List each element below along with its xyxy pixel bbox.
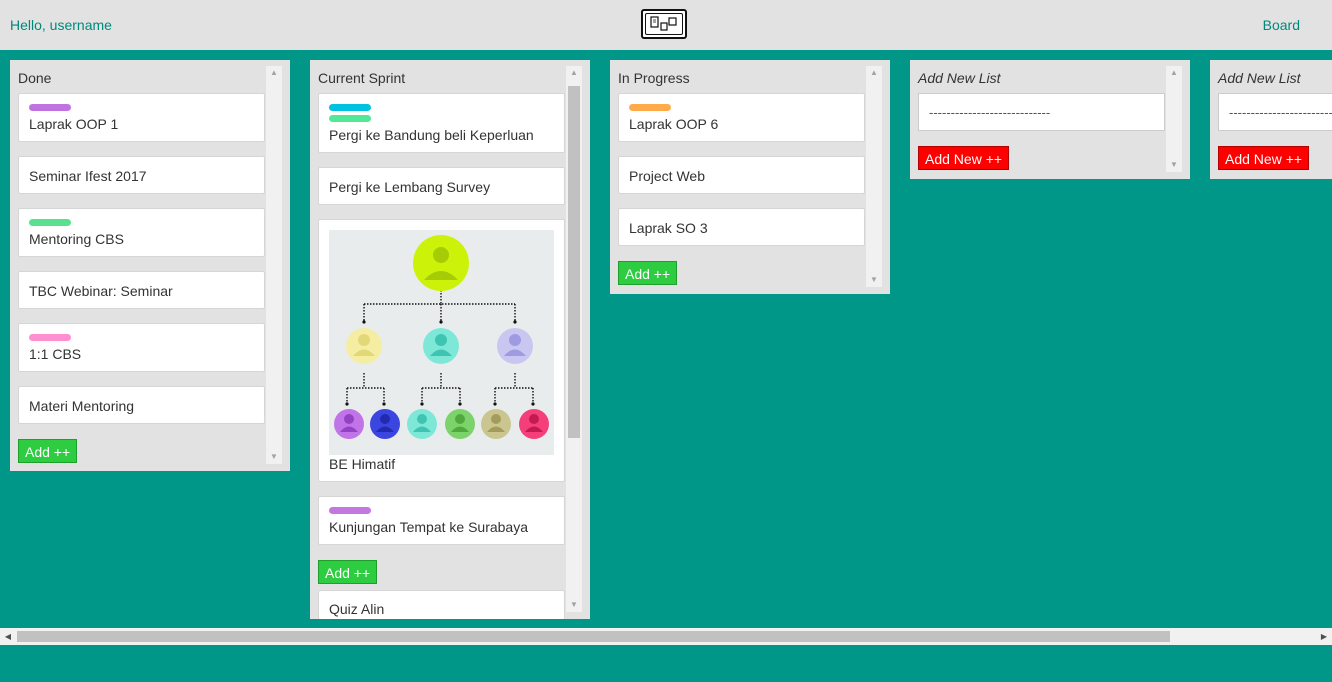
list-current-sprint: Current Sprint ▲ ▼ Pergi ke Bandung beli… bbox=[310, 60, 590, 619]
card-seminar-ifest[interactable]: Seminar Ifest 2017 bbox=[18, 156, 265, 194]
card-title: Laprak SO 3 bbox=[629, 220, 708, 236]
new-list-name-input[interactable] bbox=[918, 93, 1165, 131]
card-laprak-so-3[interactable]: Laprak SO 3 bbox=[618, 208, 865, 246]
card-be-himatif[interactable]: BE Himatif bbox=[318, 219, 565, 482]
new-list-panel: Add New List Add New ++ bbox=[1210, 60, 1332, 179]
list-scrollbar[interactable]: ▲ ▼ bbox=[566, 66, 582, 612]
board-link[interactable]: Board bbox=[1263, 17, 1300, 33]
card-1-1-cbs[interactable]: 1:1 CBS bbox=[18, 323, 265, 372]
card-pergi-lembang[interactable]: Pergi ke Lembang Survey bbox=[318, 167, 565, 205]
scroll-up-arrow-icon[interactable]: ▲ bbox=[866, 66, 882, 80]
card-mentoring-cbs[interactable]: Mentoring CBS bbox=[18, 208, 265, 257]
scroll-left-arrow-icon[interactable]: ◀ bbox=[0, 628, 16, 645]
card-project-web[interactable]: Project Web bbox=[618, 156, 865, 194]
board-area: Done ▲ ▼ Laprak OOP 1 Seminar Ifest 2017… bbox=[0, 50, 1332, 628]
list-scrollbar[interactable]: ▲ ▼ bbox=[866, 66, 882, 287]
card-label bbox=[329, 507, 371, 514]
scroll-down-arrow-icon[interactable]: ▼ bbox=[866, 273, 882, 287]
card-title: Pergi ke Bandung beli Keperluan bbox=[329, 127, 534, 143]
card-title: Seminar Ifest 2017 bbox=[29, 168, 147, 184]
card-title: Laprak OOP 6 bbox=[629, 116, 719, 132]
card-laprak-oop-6[interactable]: Laprak OOP 6 bbox=[618, 93, 865, 142]
card-title: Laprak OOP 1 bbox=[29, 116, 119, 132]
list-title: Done bbox=[18, 70, 52, 86]
card-title: Mentoring CBS bbox=[29, 231, 124, 247]
card-label bbox=[29, 219, 71, 226]
card-title: BE Himatif bbox=[329, 456, 396, 472]
scrollbar-thumb[interactable] bbox=[17, 631, 1170, 642]
card-title: 1:1 CBS bbox=[29, 346, 82, 362]
list-title: In Progress bbox=[618, 70, 690, 86]
card-quiz-alin[interactable]: Quiz Alin bbox=[318, 590, 565, 619]
add-new-list-button[interactable]: Add New ++ bbox=[1218, 146, 1310, 170]
card-tbc-webinar[interactable]: TBC Webinar: Seminar bbox=[18, 271, 265, 309]
card-label bbox=[29, 334, 71, 341]
card-pergi-bandung[interactable]: Pergi ke Bandung beli Keperluan bbox=[318, 93, 565, 153]
card-title: Project Web bbox=[629, 168, 705, 184]
new-list-panel: Add New List ▲ ▼ Add New ++ bbox=[910, 60, 1190, 179]
scroll-right-arrow-icon[interactable]: ▶ bbox=[1316, 628, 1332, 645]
list-title: Current Sprint bbox=[318, 70, 406, 86]
card-kunjungan-surabaya[interactable]: Kunjungan Tempat ke Surabaya bbox=[318, 496, 565, 545]
card-title: TBC Webinar: Seminar bbox=[29, 283, 173, 299]
card-label bbox=[329, 104, 371, 111]
list-done: Done ▲ ▼ Laprak OOP 1 Seminar Ifest 2017… bbox=[10, 60, 290, 471]
add-card-button[interactable]: Add ++ bbox=[18, 439, 78, 463]
board-horizontal-scrollbar[interactable]: ◀ ▶ bbox=[0, 628, 1332, 645]
scroll-up-arrow-icon[interactable]: ▲ bbox=[566, 66, 582, 80]
card-materi-mentoring[interactable]: Materi Mentoring bbox=[18, 386, 265, 424]
add-new-list-button[interactable]: Add New ++ bbox=[918, 146, 1010, 170]
new-list-title: Add New List bbox=[1218, 70, 1301, 86]
scroll-up-arrow-icon[interactable]: ▲ bbox=[1166, 66, 1182, 80]
top-bar: Hello, username Board bbox=[0, 0, 1332, 50]
scroll-down-arrow-icon[interactable]: ▼ bbox=[266, 450, 282, 464]
card-title: Quiz Alin bbox=[329, 601, 385, 617]
scroll-up-arrow-icon[interactable]: ▲ bbox=[266, 66, 282, 80]
greeting-text: Hello, username bbox=[10, 17, 112, 33]
add-card-button[interactable]: Add ++ bbox=[318, 560, 378, 584]
scroll-down-arrow-icon[interactable]: ▼ bbox=[1166, 158, 1182, 172]
scroll-down-arrow-icon[interactable]: ▼ bbox=[566, 598, 582, 612]
sticky-notes-board-icon[interactable] bbox=[641, 9, 687, 39]
add-card-button[interactable]: Add ++ bbox=[618, 261, 678, 285]
scrollbar-thumb[interactable] bbox=[568, 86, 580, 438]
new-list-name-input[interactable] bbox=[1218, 93, 1332, 131]
org-chart-image bbox=[329, 230, 554, 455]
card-title: Materi Mentoring bbox=[29, 398, 135, 414]
card-label bbox=[29, 104, 71, 111]
card-title: Kunjungan Tempat ke Surabaya bbox=[329, 519, 528, 535]
card-laprak-oop-1[interactable]: Laprak OOP 1 bbox=[18, 93, 265, 142]
list-in-progress: In Progress ▲ ▼ Laprak OOP 6 Project Web… bbox=[610, 60, 890, 294]
list-scrollbar[interactable]: ▲ ▼ bbox=[266, 66, 282, 464]
card-title: Pergi ke Lembang Survey bbox=[329, 179, 491, 195]
new-list-title: Add New List bbox=[918, 70, 1001, 86]
card-label bbox=[329, 115, 371, 122]
card-label bbox=[629, 104, 671, 111]
list-scrollbar[interactable]: ▲ ▼ bbox=[1166, 66, 1182, 172]
